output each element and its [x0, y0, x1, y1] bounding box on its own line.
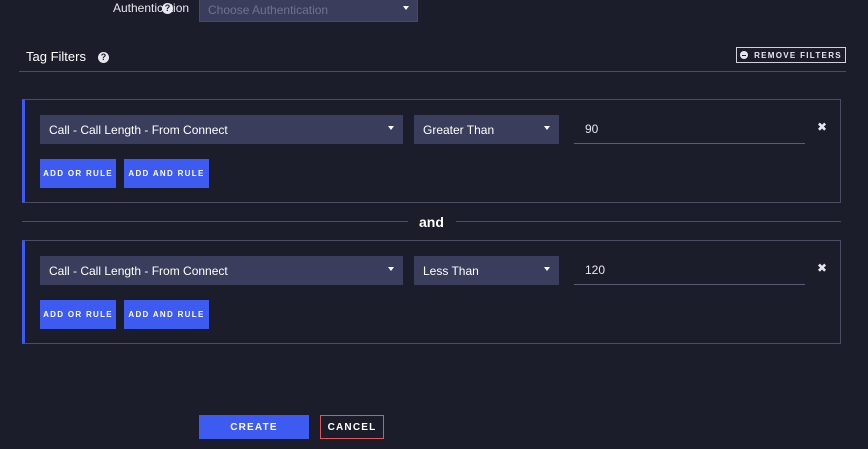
rule-field-select[interactable]: Call - Call Length - From Connect: [40, 115, 403, 144]
caret-down-icon: [544, 126, 550, 130]
separator-line-right: [456, 221, 841, 222]
add-or-rule-button[interactable]: ADD OR RULE: [40, 300, 116, 329]
rule-operator-value: Greater Than: [423, 123, 495, 137]
rule-field-value: Call - Call Length - From Connect: [49, 264, 228, 278]
add-and-rule-button[interactable]: ADD AND RULE: [124, 300, 209, 329]
add-or-rule-button[interactable]: ADD OR RULE: [40, 159, 116, 188]
question-circle-icon[interactable]: ?: [162, 3, 173, 14]
remove-filters-label: REMOVE FILTERS: [754, 50, 842, 60]
rule-field-select[interactable]: Call - Call Length - From Connect: [40, 256, 403, 285]
question-circle-icon[interactable]: ?: [98, 52, 109, 63]
add-and-rule-button[interactable]: ADD AND RULE: [124, 159, 209, 188]
close-icon[interactable]: ✖: [817, 262, 827, 274]
authentication-select[interactable]: Choose Authentication: [199, 0, 418, 22]
rule-operator-select[interactable]: Greater Than: [414, 115, 559, 144]
rule-operator-value: Less Than: [423, 264, 479, 278]
authentication-placeholder: Choose Authentication: [208, 3, 329, 17]
rule-value-input[interactable]: [574, 115, 805, 144]
caret-down-icon: [388, 267, 394, 271]
create-filter-form: Authentication ? Choose Authentication T…: [0, 0, 868, 449]
separator-line-left: [22, 221, 408, 222]
rule-operator-select[interactable]: Less Than: [414, 256, 559, 285]
rule-group-1: Call - Call Length - From Connect Greate…: [22, 99, 841, 203]
cancel-button[interactable]: CANCEL: [320, 415, 384, 439]
authentication-label: Authentication: [113, 1, 190, 15]
rule-field-value: Call - Call Length - From Connect: [49, 123, 228, 137]
minus-circle-icon: [740, 51, 749, 59]
caret-down-icon: [388, 126, 394, 130]
create-button[interactable]: CREATE: [199, 415, 309, 439]
rule-group-2: Call - Call Length - From Connect Less T…: [22, 240, 841, 344]
caret-down-icon: [403, 6, 409, 10]
remove-filters-button[interactable]: REMOVE FILTERS: [736, 47, 846, 63]
caret-down-icon: [544, 267, 550, 271]
group-separator-label: and: [419, 214, 444, 230]
close-icon[interactable]: ✖: [817, 121, 827, 133]
header-divider: [19, 71, 846, 72]
rule-value-input[interactable]: [574, 256, 805, 285]
tag-filters-title: Tag Filters: [26, 49, 86, 64]
